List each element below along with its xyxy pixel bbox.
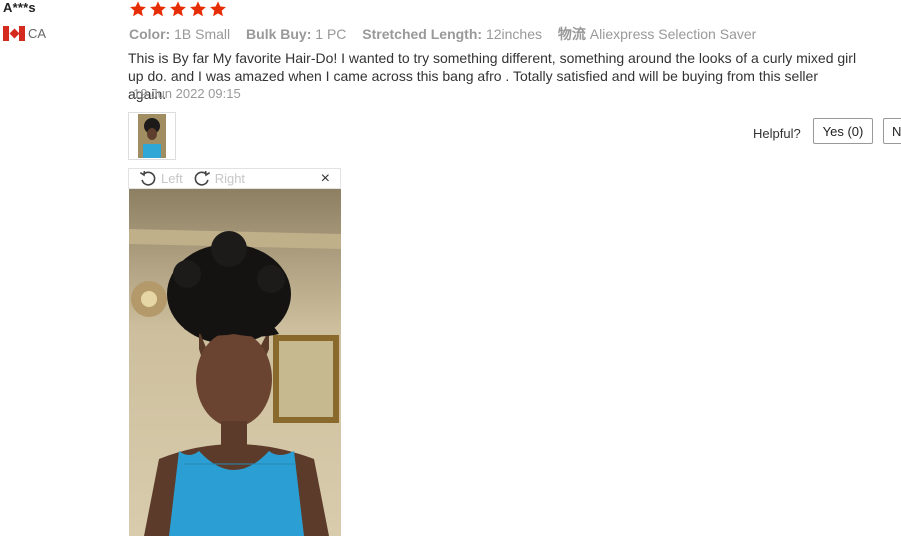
helpful-label: Helpful?: [753, 126, 801, 141]
reviewer-name: A***s: [3, 0, 36, 15]
star-icon: [190, 1, 206, 17]
review-date: 19 Jun 2022 09:15: [133, 86, 241, 101]
thumbnail-image: [138, 114, 166, 158]
star-icon: [210, 1, 226, 17]
product-attributes: Color: 1B Small Bulk Buy: 1 PC Stretched…: [129, 24, 768, 44]
attribute-logistics: 物流 Aliexpress Selection Saver: [557, 26, 757, 42]
reviewer-country: CA: [3, 26, 46, 41]
review-photo-thumbnail[interactable]: [128, 112, 176, 160]
attribute-bulk-buy: Bulk Buy: 1 PC: [246, 26, 347, 42]
star-icon: [150, 1, 166, 17]
attribute-stretched-length: Stretched Length: 12inches: [362, 26, 542, 42]
rotate-left-button[interactable]: Left: [139, 170, 183, 188]
helpful-no-button[interactable]: N: [883, 118, 901, 144]
rotate-left-icon: [139, 170, 156, 186]
rotate-right-button[interactable]: Right: [193, 170, 245, 188]
star-icon: [170, 1, 186, 17]
image-viewer-toolbar: Left Right ×: [128, 168, 341, 189]
helpful-yes-button[interactable]: Yes (0): [813, 118, 873, 144]
review-photo-large: [129, 189, 341, 536]
canada-flag-icon: [3, 26, 25, 41]
rotate-right-icon: [194, 170, 210, 186]
country-code: CA: [28, 26, 47, 41]
attribute-color: Color: 1B Small: [129, 26, 231, 42]
star-icon: [130, 1, 146, 17]
star-rating: [129, 0, 227, 18]
review-photo-image: [129, 189, 341, 536]
close-viewer-button[interactable]: ×: [321, 170, 330, 188]
